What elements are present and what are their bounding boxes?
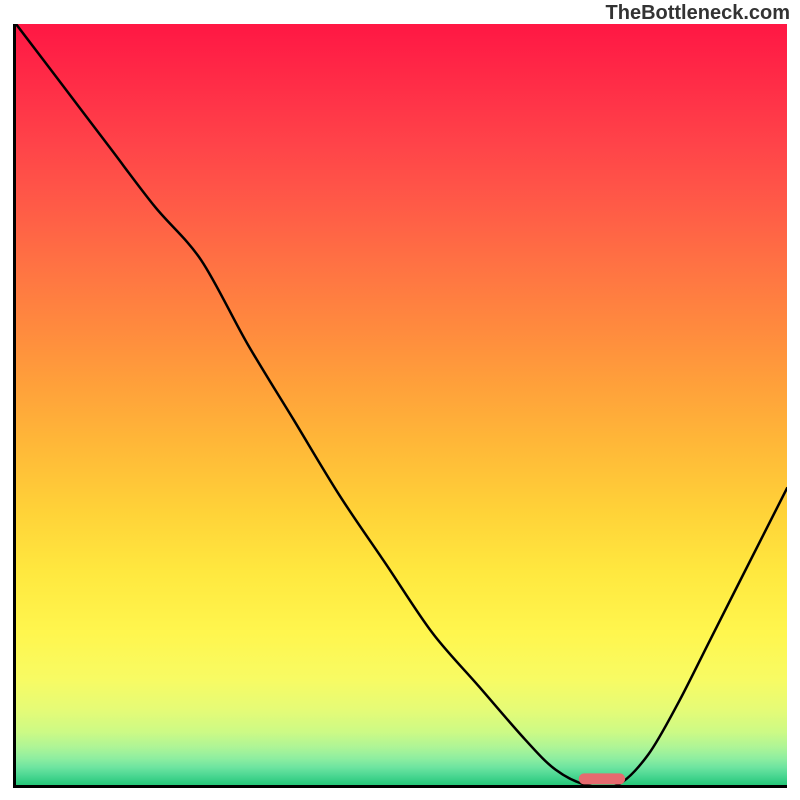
highlight-marker: [16, 24, 787, 785]
chart-root: TheBottleneck.com: [0, 0, 800, 800]
plot-area: [13, 24, 787, 788]
watermark-text: TheBottleneck.com: [606, 2, 790, 25]
